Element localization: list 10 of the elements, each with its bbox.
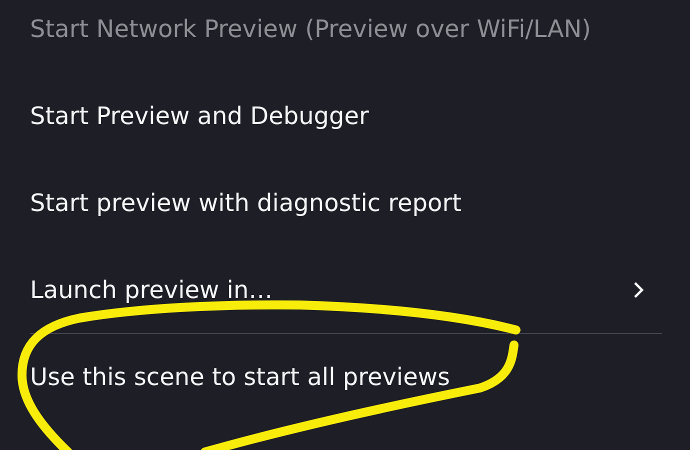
menu-item-label: Start preview with diagnostic report xyxy=(30,189,462,217)
menu-item[interactable]: Start preview with diagnostic report xyxy=(30,159,662,246)
menu-item-label: Launch preview in… xyxy=(30,276,273,304)
menu-item-label: Start Network Preview (Preview over WiFi/LAN) xyxy=(30,15,592,43)
menu-item-label: Use this scene to start all previews xyxy=(30,363,450,391)
menu-item[interactable]: Use this scene to start all previews xyxy=(30,333,662,420)
chevron-right-icon xyxy=(632,281,646,299)
menu-item-label: Start Preview and Debugger xyxy=(30,102,369,130)
menu-item[interactable]: Start Preview and Debugger xyxy=(30,72,662,159)
menu-item[interactable]: Launch preview in… xyxy=(30,246,662,333)
